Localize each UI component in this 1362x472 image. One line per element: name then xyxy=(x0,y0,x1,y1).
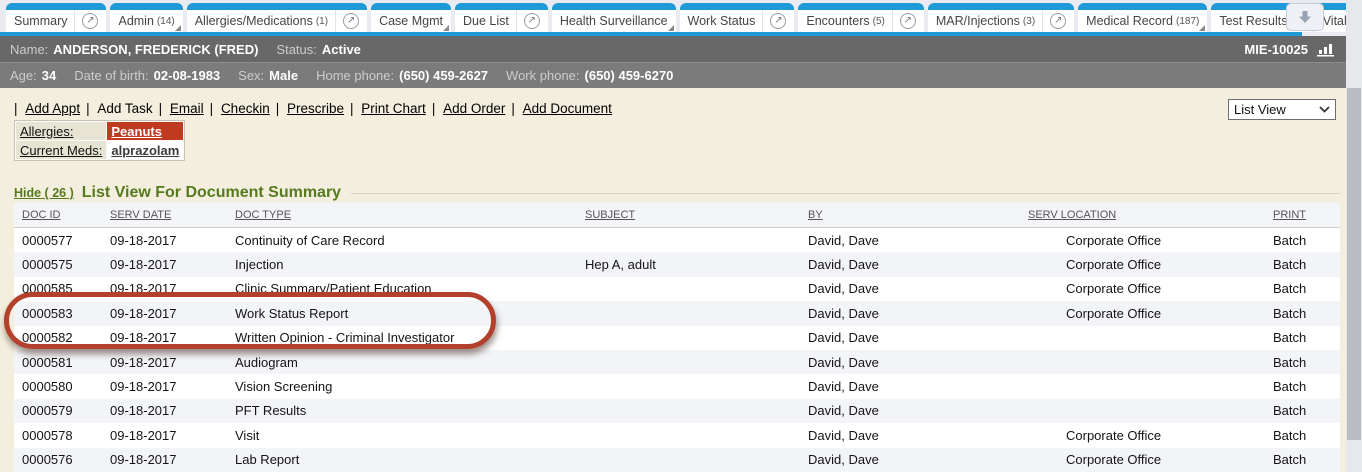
chevron-down-icon xyxy=(1319,106,1330,113)
popout-icon[interactable]: ↗ xyxy=(762,10,786,32)
prescribe-link[interactable]: Prescribe xyxy=(276,101,344,116)
add-document-link[interactable]: Add Document xyxy=(511,101,612,116)
med-alprazolam-link[interactable]: alprazolam xyxy=(107,141,183,159)
document-list-panel: DOC ID SERV DATE DOC TYPE SUBJECT BY SER… xyxy=(14,203,1340,472)
tab-list: Summary ↗ Admin (14) Allergies/Medicatio… xyxy=(6,3,1362,32)
chart-tab-bar: Summary ↗ Admin (14) Allergies/Medicatio… xyxy=(0,0,1346,36)
current-meds-label[interactable]: Current Meds: xyxy=(16,141,106,159)
vertical-scrollbar[interactable] xyxy=(1346,0,1362,472)
view-mode-select[interactable]: List View xyxy=(1228,99,1336,120)
table-row[interactable]: 0000585 09-18-2017 Clinic Summary/Patien… xyxy=(14,277,1340,301)
hide-link[interactable]: Hide ( 26 ) xyxy=(14,186,74,200)
tab-work-status[interactable]: Work Status ↗ xyxy=(680,3,795,32)
tab-overflow-button[interactable] xyxy=(1286,3,1324,31)
table-row[interactable]: 0000577 09-18-2017 Continuity of Care Re… xyxy=(14,228,1340,252)
print-chart-link[interactable]: Print Chart xyxy=(350,101,426,116)
add-appt-link[interactable]: Add Appt xyxy=(14,101,80,116)
allergies-meds-box: Allergies: Peanuts Current Meds: alprazo… xyxy=(14,120,185,161)
popout-icon[interactable]: ↗ xyxy=(516,10,540,32)
col-header-print[interactable]: PRINT xyxy=(1265,209,1340,221)
dropdown-fold-icon xyxy=(668,25,674,31)
tab-encounters[interactable]: Encounters (5) ↗ xyxy=(798,3,923,32)
tab-case-mgmt[interactable]: Case Mgmt xyxy=(371,3,451,32)
table-row[interactable]: 0000581 09-18-2017 Audiogram David, Dave… xyxy=(14,350,1340,374)
table-row[interactable]: 0000579 09-18-2017 PFT Results David, Da… xyxy=(14,399,1340,423)
email-link[interactable]: Email xyxy=(159,101,204,116)
popout-icon[interactable]: ↗ xyxy=(892,10,916,32)
dropdown-fold-icon xyxy=(443,25,449,31)
allergies-label[interactable]: Allergies: xyxy=(16,122,106,140)
dropdown-fold-icon xyxy=(1199,25,1205,31)
popout-icon[interactable]: ↗ xyxy=(335,10,359,32)
patient-sex: Sex: Male xyxy=(238,68,298,83)
tab-medical-record[interactable]: Medical Record (187) xyxy=(1078,3,1207,32)
add-order-link[interactable]: Add Order xyxy=(432,101,506,116)
col-header-subject[interactable]: SUBJECT xyxy=(577,209,800,221)
patient-dob: Date of birth: 02-08-1983 xyxy=(74,68,220,83)
divider xyxy=(351,193,1340,194)
add-task-link[interactable]: Add Task xyxy=(86,101,153,116)
table-header-row: DOC ID SERV DATE DOC TYPE SUBJECT BY SER… xyxy=(14,203,1340,228)
page-title: List View For Document Summary xyxy=(82,184,341,202)
allergy-peanuts-link[interactable]: Peanuts xyxy=(107,122,183,140)
tab-due-list[interactable]: Due List ↗ xyxy=(455,3,548,32)
patient-chart-id: MIE-10025 xyxy=(1244,42,1308,57)
document-summary-header: Hide ( 26 ) List View For Document Summa… xyxy=(14,183,1340,203)
popout-icon[interactable]: ↗ xyxy=(74,10,98,32)
arrow-down-icon xyxy=(1298,10,1312,24)
patient-demographics-bar: Age: 34 Date of birth: 02-08-1983 Sex: M… xyxy=(0,62,1346,88)
table-row[interactable]: 0000578 09-18-2017 Visit David, Dave Cor… xyxy=(14,423,1340,447)
scrollbar-thumb[interactable] xyxy=(1347,88,1361,440)
col-header-serv-location[interactable]: SERV LOCATION xyxy=(1020,209,1265,221)
table-row-work-status-report[interactable]: 0000583 09-18-2017 Work Status Report Da… xyxy=(14,301,1340,325)
tab-mar-injections[interactable]: MAR/Injections (3) ↗ xyxy=(928,3,1074,32)
table-row[interactable]: 0000576 09-18-2017 Lab Report David, Dav… xyxy=(14,448,1340,472)
col-header-serv-date[interactable]: SERV DATE xyxy=(102,209,227,221)
col-header-doc-type[interactable]: DOC TYPE xyxy=(227,209,577,221)
patient-name: Name: ANDERSON, FREDERICK (FRED) xyxy=(10,42,258,57)
table-row[interactable]: 0000575 09-18-2017 Injection Hep A, adul… xyxy=(14,252,1340,276)
patient-age: Age: 34 xyxy=(10,68,56,83)
col-header-doc-id[interactable]: DOC ID xyxy=(14,209,102,221)
table-row-written-opinion[interactable]: 0000582 09-18-2017 Written Opinion - Cri… xyxy=(14,326,1340,350)
bar-chart-icon[interactable] xyxy=(1316,42,1336,57)
table-row[interactable]: 0000580 09-18-2017 Vision Screening Davi… xyxy=(14,374,1340,398)
patient-header-bar: Name: ANDERSON, FREDERICK (FRED) Status:… xyxy=(0,36,1346,62)
patient-status: Status: Active xyxy=(276,42,361,57)
tab-allergies-medications[interactable]: Allergies/Medications (1) ↗ xyxy=(187,3,367,32)
quick-actions-bar: Add Appt Add Task Email Checkin Prescrib… xyxy=(14,101,612,116)
tab-health-surveillance[interactable]: Health Surveillance xyxy=(552,3,676,32)
dropdown-fold-icon xyxy=(175,25,181,31)
patient-work-phone: Work phone: (650) 459-6270 xyxy=(506,68,673,83)
patient-home-phone: Home phone: (650) 459-2627 xyxy=(316,68,488,83)
popout-icon[interactable]: ↗ xyxy=(1042,10,1066,32)
tab-admin[interactable]: Admin (14) xyxy=(110,3,182,32)
tab-summary[interactable]: Summary ↗ xyxy=(6,3,106,32)
checkin-link[interactable]: Checkin xyxy=(210,101,270,116)
col-header-by[interactable]: BY xyxy=(800,209,1020,221)
